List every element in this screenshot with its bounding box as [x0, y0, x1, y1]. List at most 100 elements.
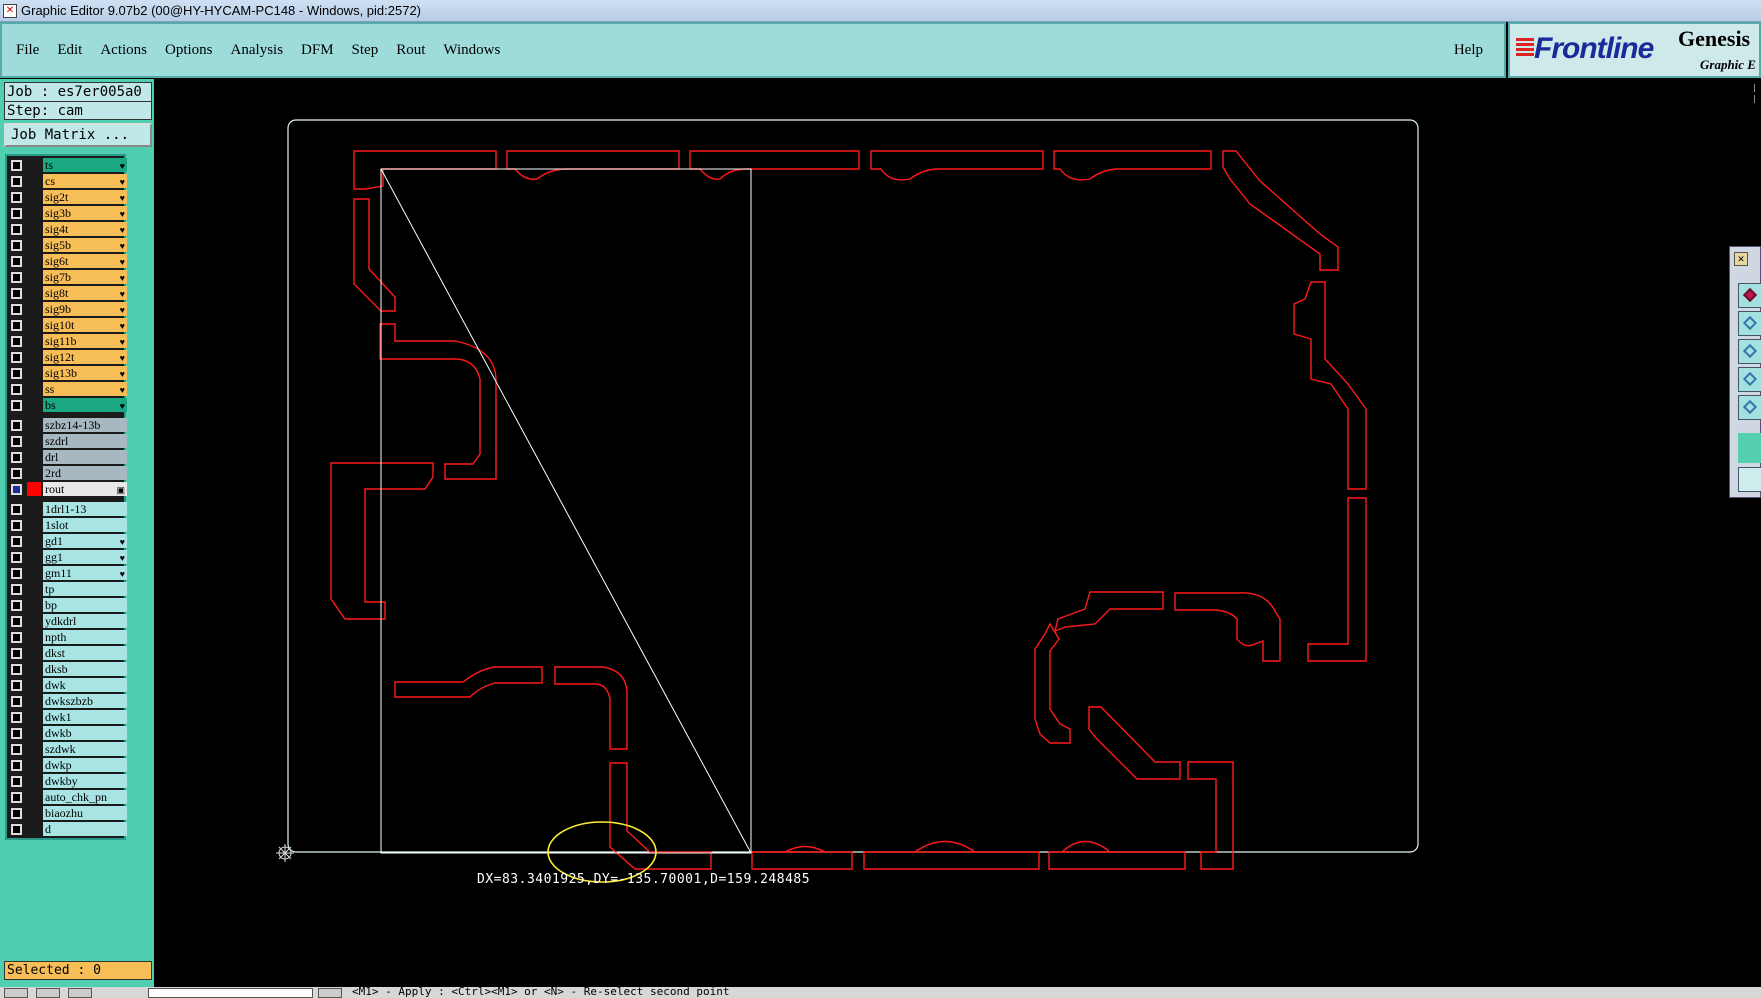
- layer-name[interactable]: sig11b ♥: [43, 334, 127, 348]
- layer-row-dkst[interactable]: dkst: [7, 645, 127, 661]
- layer-row-dwk1[interactable]: dwk1: [7, 709, 127, 725]
- layer-checkbox[interactable]: [11, 192, 22, 203]
- layer-checkbox[interactable]: [11, 504, 22, 515]
- layer-row-sig13b[interactable]: sig13b ♥: [7, 365, 127, 381]
- status-button[interactable]: [4, 988, 28, 998]
- layer-checkbox[interactable]: [11, 552, 22, 563]
- layer-name[interactable]: sig8t ♥: [43, 286, 127, 300]
- layer-checkbox[interactable]: [11, 304, 22, 315]
- layer-checkbox[interactable]: [11, 664, 22, 675]
- layer-row-npth[interactable]: npth: [7, 629, 127, 645]
- menu-step[interactable]: Step: [343, 42, 388, 59]
- layer-checkbox[interactable]: [11, 160, 22, 171]
- layer-checkbox[interactable]: [11, 712, 22, 723]
- layer-row-sig2t[interactable]: sig2t ♥: [7, 189, 127, 205]
- layer-row-2rd[interactable]: 2rd: [7, 465, 127, 481]
- layer-row-ss[interactable]: ss ♥: [7, 381, 127, 397]
- layer-row-cs[interactable]: cs ♥: [7, 173, 127, 189]
- layer-name[interactable]: 1drl1-13: [43, 502, 127, 516]
- snap-diamond-icon[interactable]: [1738, 311, 1761, 336]
- layer-checkbox[interactable]: [11, 436, 22, 447]
- layer-checkbox[interactable]: [11, 616, 22, 627]
- layer-name[interactable]: biaozhu: [43, 806, 127, 820]
- layer-row-sig8t[interactable]: sig8t ♥: [7, 285, 127, 301]
- close-icon[interactable]: ✕: [1734, 252, 1748, 266]
- toolbar-button[interactable]: [1738, 467, 1761, 492]
- layer-row-ydkdrl[interactable]: ydkdrl: [7, 613, 127, 629]
- layer-name[interactable]: sig2t ♥: [43, 190, 127, 204]
- layer-checkbox[interactable]: [11, 256, 22, 267]
- layer-name[interactable]: bp: [43, 598, 127, 612]
- layer-name[interactable]: drl: [43, 450, 127, 464]
- layer-row-sig3b[interactable]: sig3b ♥: [7, 205, 127, 221]
- layer-name[interactable]: sig5b ♥: [43, 238, 127, 252]
- layer-row-szdrl[interactable]: szdrl: [7, 433, 127, 449]
- layer-name[interactable]: dwkby: [43, 774, 127, 788]
- layer-name[interactable]: 2rd: [43, 466, 127, 480]
- layer-checkbox[interactable]: [11, 728, 22, 739]
- layer-name[interactable]: sig6t ♥: [43, 254, 127, 268]
- menu-help[interactable]: Help: [1445, 42, 1492, 59]
- layer-checkbox[interactable]: [11, 632, 22, 643]
- layer-row-bs[interactable]: bs ♥: [7, 397, 127, 413]
- layer-row-d[interactable]: d: [7, 821, 127, 837]
- command-input[interactable]: [148, 988, 313, 998]
- layer-row-ts[interactable]: ts ♥: [7, 157, 127, 173]
- layer-row-sig5b[interactable]: sig5b ♥: [7, 237, 127, 253]
- layer-row-dwkp[interactable]: dwkp: [7, 757, 127, 773]
- layer-row-szbz14-13b[interactable]: szbz14-13b: [7, 417, 127, 433]
- layer-name[interactable]: npth: [43, 630, 127, 644]
- layer-name[interactable]: szbz14-13b: [43, 418, 127, 432]
- layer-checkbox[interactable]: [11, 240, 22, 251]
- layer-checkbox[interactable]: [11, 288, 22, 299]
- layer-name[interactable]: dwk1: [43, 710, 127, 724]
- layer-name[interactable]: cs ♥: [43, 174, 127, 188]
- layer-row-1slot[interactable]: 1slot: [7, 517, 127, 533]
- layer-checkbox[interactable]: [11, 648, 22, 659]
- menu-actions[interactable]: Actions: [91, 42, 156, 59]
- layer-name[interactable]: ydkdrl: [43, 614, 127, 628]
- layer-name[interactable]: dkst: [43, 646, 127, 660]
- layer-checkbox[interactable]: [11, 584, 22, 595]
- layer-name[interactable]: auto_chk_pn: [43, 790, 127, 804]
- layer-name[interactable]: dwk: [43, 678, 127, 692]
- job-matrix-button[interactable]: Job Matrix ...: [4, 123, 152, 147]
- layer-checkbox[interactable]: [11, 600, 22, 611]
- status-button[interactable]: [318, 988, 342, 998]
- snap-diamond-icon[interactable]: [1738, 367, 1761, 392]
- layer-name[interactable]: szdwk: [43, 742, 127, 756]
- layer-row-dksb[interactable]: dksb: [7, 661, 127, 677]
- layer-row-auto_chk_pn[interactable]: auto_chk_pn: [7, 789, 127, 805]
- layer-row-rout[interactable]: rout ▣: [7, 481, 127, 497]
- layer-checkbox[interactable]: [11, 208, 22, 219]
- layer-row-dwk[interactable]: dwk: [7, 677, 127, 693]
- layer-name[interactable]: dwkb: [43, 726, 127, 740]
- layer-checkbox[interactable]: [11, 792, 22, 803]
- layer-name[interactable]: sig9b ♥: [43, 302, 127, 316]
- layer-name[interactable]: gg1 ♥: [43, 550, 127, 564]
- layer-checkbox[interactable]: [11, 368, 22, 379]
- layer-checkbox[interactable]: [11, 400, 22, 411]
- layer-checkbox[interactable]: [11, 680, 22, 691]
- layer-row-gd1[interactable]: gd1 ♥: [7, 533, 127, 549]
- layer-checkbox[interactable]: [11, 420, 22, 431]
- layer-checkbox[interactable]: [11, 176, 22, 187]
- layer-row-gm11[interactable]: gm11 ♥: [7, 565, 127, 581]
- layer-checkbox[interactable]: [11, 224, 22, 235]
- layer-name[interactable]: dwkszbzb: [43, 694, 127, 708]
- menu-windows[interactable]: Windows: [434, 42, 509, 59]
- menu-dfm[interactable]: DFM: [292, 42, 343, 59]
- layer-row-gg1[interactable]: gg1 ♥: [7, 549, 127, 565]
- layer-name[interactable]: sig3b ♥: [43, 206, 127, 220]
- layer-name[interactable]: gm11 ♥: [43, 566, 127, 580]
- layer-checkbox[interactable]: [11, 520, 22, 531]
- layer-name[interactable]: tp: [43, 582, 127, 596]
- layer-checkbox[interactable]: [11, 468, 22, 479]
- layer-checkbox[interactable]: [11, 808, 22, 819]
- layer-row-sig7b[interactable]: sig7b ♥: [7, 269, 127, 285]
- layer-name[interactable]: sig13b ♥: [43, 366, 127, 380]
- layer-checkbox[interactable]: [11, 824, 22, 835]
- status-button[interactable]: [68, 988, 92, 998]
- layer-row-sig9b[interactable]: sig9b ♥: [7, 301, 127, 317]
- layer-checkbox[interactable]: [11, 776, 22, 787]
